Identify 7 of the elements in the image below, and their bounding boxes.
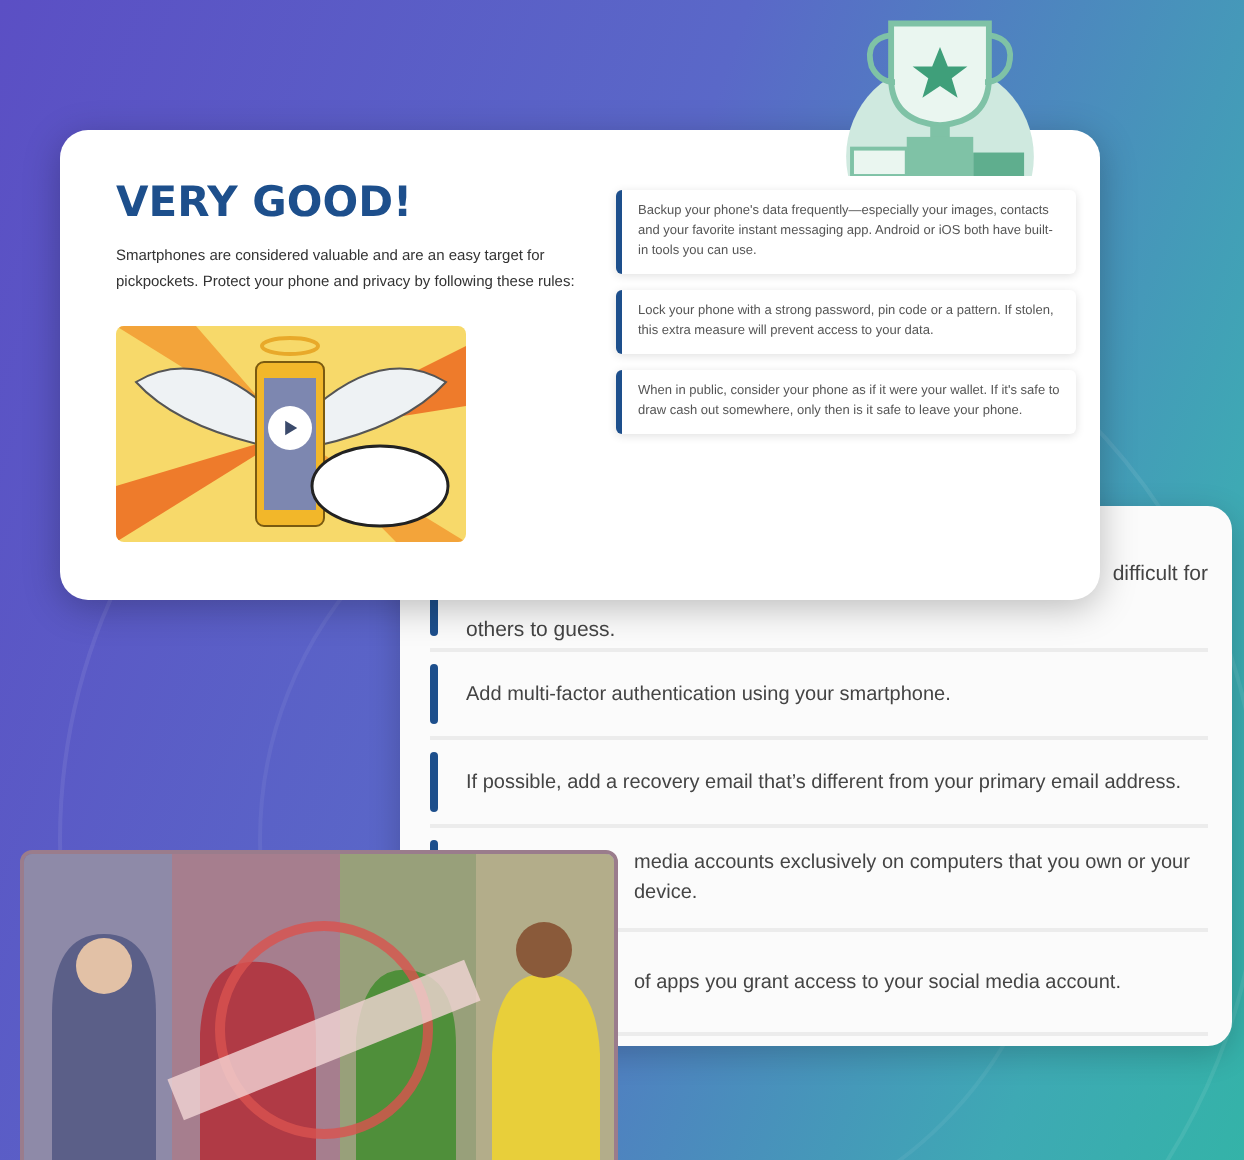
tip-text: of apps you grant access to your social media account. xyxy=(632,969,1121,997)
result-heading: VERY GOOD! xyxy=(116,178,415,226)
tip-text: Add multi-factor authentication using your smartphone. xyxy=(466,681,951,709)
tip-text: others to guess. xyxy=(466,618,616,642)
tip-text: difficult for xyxy=(1112,562,1208,586)
tip-text: media accounts exclusively on computers that you own or your device. xyxy=(632,850,1192,908)
tip-text: If possible, add a recovery email that’s different from your primary email address. xyxy=(466,769,1182,797)
